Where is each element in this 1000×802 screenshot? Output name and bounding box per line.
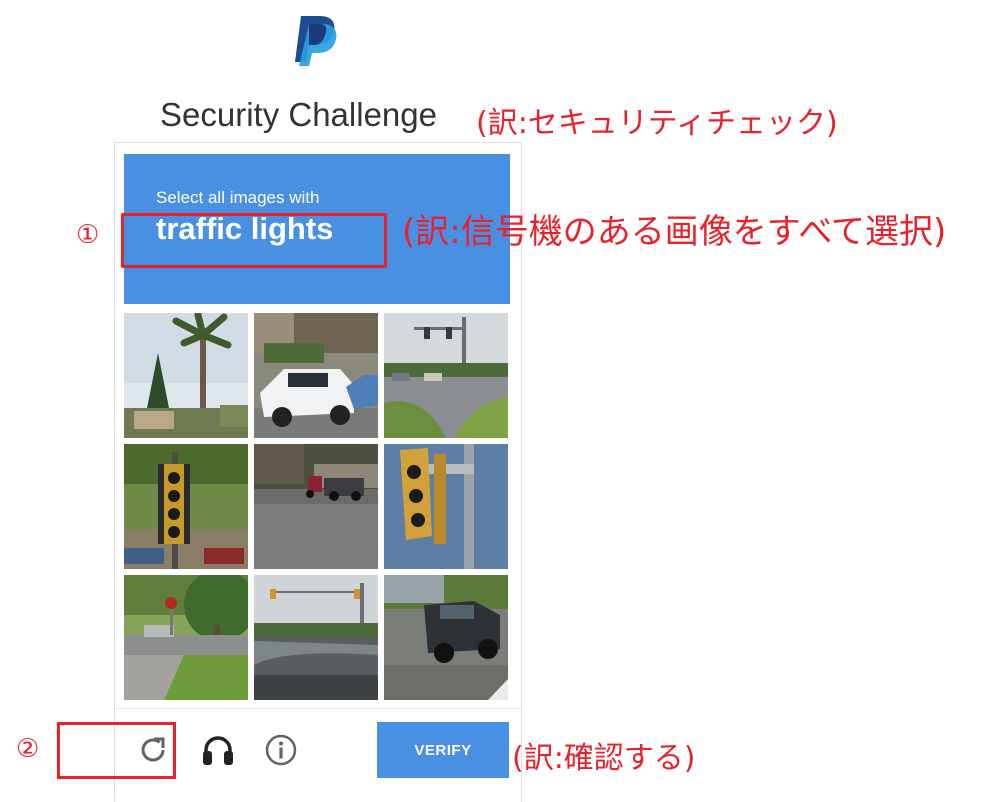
info-icon[interactable] xyxy=(264,733,298,767)
captcha-tile-5[interactable] xyxy=(254,444,378,569)
captcha-tile-7[interactable] xyxy=(124,575,248,700)
captcha-tile-4[interactable] xyxy=(124,444,248,569)
annotation-box-reload xyxy=(57,722,176,779)
instruction-translation: (訳:信号機のある画像をすべて選択) xyxy=(402,212,947,252)
captcha-image-grid xyxy=(124,313,508,700)
captcha-tile-2[interactable] xyxy=(254,313,378,438)
verify-translation: (訳:確認する) xyxy=(512,741,696,776)
annotation-box-target xyxy=(121,213,387,268)
annotation-marker-2: ② xyxy=(16,734,40,764)
headphones-icon[interactable] xyxy=(200,733,236,767)
paypal-logo xyxy=(295,16,337,66)
title-translation: (訳:セキュリティチェック) xyxy=(476,106,838,141)
verify-button[interactable]: VERIFY xyxy=(377,722,509,778)
captcha-tile-1[interactable] xyxy=(124,313,248,438)
captcha-tile-3[interactable] xyxy=(384,313,508,438)
captcha-tile-6[interactable] xyxy=(384,444,508,569)
captcha-footer-divider xyxy=(115,708,521,709)
captcha-instruction: Select all images with xyxy=(156,188,320,207)
annotation-marker-1: ① xyxy=(76,220,100,250)
captcha-tile-8[interactable] xyxy=(254,575,378,700)
page-title: Security Challenge xyxy=(160,96,437,133)
captcha-tile-9[interactable] xyxy=(384,575,508,700)
